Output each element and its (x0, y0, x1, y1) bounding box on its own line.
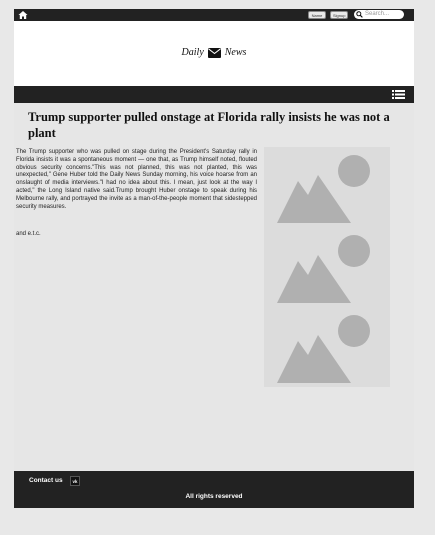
nav-bar (14, 86, 414, 103)
search-icon (356, 11, 363, 18)
name-button[interactable]: Name (308, 11, 326, 19)
search-input[interactable]: Search... (354, 10, 404, 19)
top-bar: Name Signup Search... (14, 9, 414, 21)
image-placeholder-icon (277, 235, 370, 303)
image-placeholder-icon (277, 315, 370, 383)
site-logo[interactable]: Daily News (14, 47, 414, 58)
mail-icon (207, 47, 221, 58)
copyright-text: All rights reserved (185, 493, 243, 500)
search-placeholder: Search... (365, 11, 390, 17)
image-placeholder-icon (277, 155, 370, 223)
signup-button[interactable]: Signup (330, 11, 348, 19)
brand-right: News (224, 47, 247, 58)
article-body: The Trump supporter who was pulled on st… (16, 149, 257, 210)
article-headline: Trump supporter pulled onstage at Florid… (28, 110, 390, 140)
page: Name Signup Search... Daily News Trump s… (14, 9, 414, 508)
article-tail: and e.t.c. (16, 231, 41, 237)
brand-left: Daily (181, 47, 204, 58)
svg-text:vk: vk (73, 479, 78, 484)
masthead: Daily News (14, 21, 414, 86)
contact-us-link[interactable]: Contact us (29, 476, 63, 486)
home-icon[interactable] (18, 10, 28, 20)
menu-list-icon[interactable] (392, 89, 405, 100)
footer: Contact us vk All rights reserved (14, 471, 414, 508)
vk-icon[interactable]: vk (70, 476, 80, 486)
image-column (264, 147, 390, 387)
